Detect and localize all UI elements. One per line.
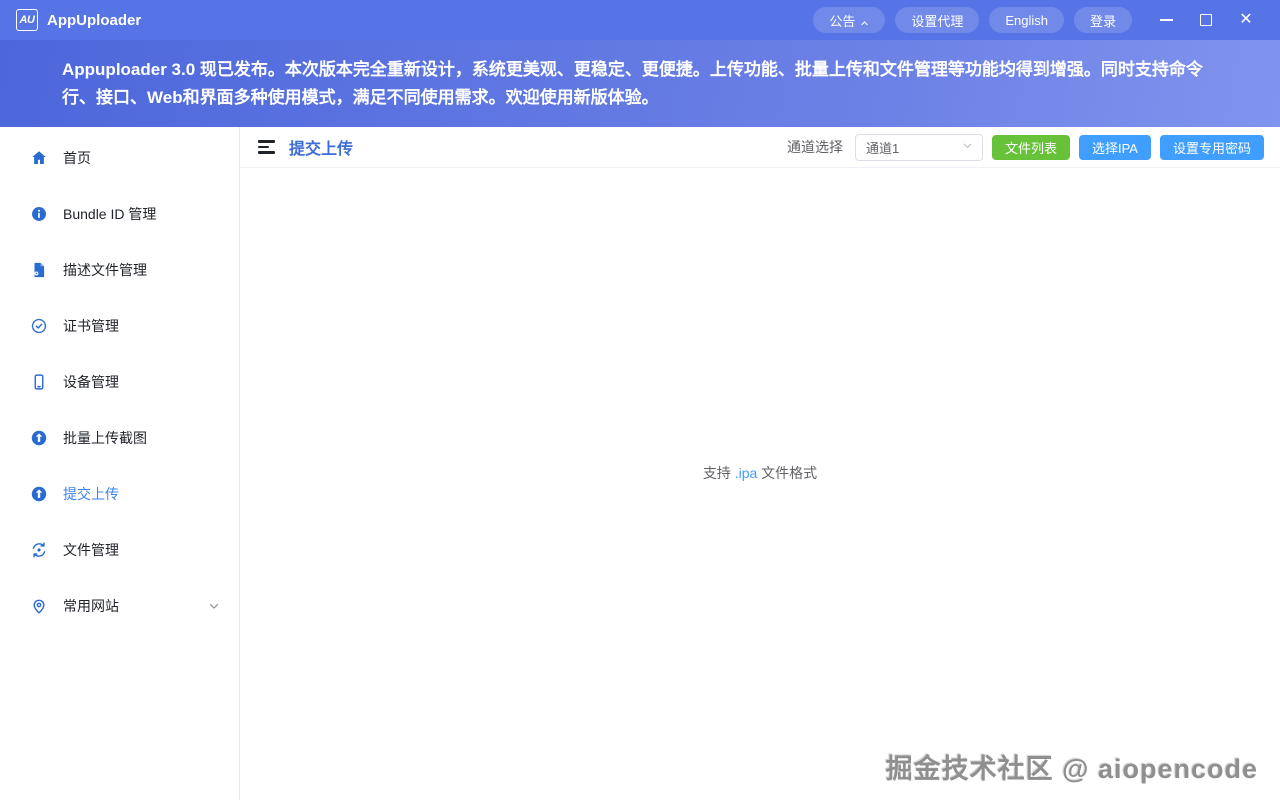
app-title: AppUploader: [47, 12, 141, 29]
channel-select-value: 通道1: [866, 138, 961, 157]
announcement-label: 公告: [829, 11, 855, 30]
sidebar-item-label: 常用网站: [63, 596, 119, 616]
profile-file-icon: [30, 261, 48, 279]
login-button[interactable]: 登录: [1074, 7, 1132, 33]
minimize-button[interactable]: [1146, 6, 1186, 34]
set-proxy-button[interactable]: 设置代理: [895, 7, 979, 33]
language-label: English: [1005, 13, 1048, 28]
close-button[interactable]: ✕: [1226, 6, 1266, 34]
home-icon: [30, 149, 48, 167]
main-header: 提交上传 通道选择 通道1 文件列表 选择IPA 设置专用密码: [240, 127, 1280, 168]
channel-select-label: 通道选择: [787, 137, 843, 157]
sidebar-item-certificates[interactable]: 证书管理: [0, 298, 239, 354]
hint-prefix: 支持: [703, 465, 735, 481]
close-icon: ✕: [1239, 12, 1252, 28]
upload-circle-icon: [30, 485, 48, 503]
chevron-up-icon: [860, 16, 869, 25]
chevron-down-icon: [961, 139, 974, 155]
sidebar-item-label: 提交上传: [63, 484, 119, 504]
titlebar: AU AppUploader 公告 设置代理 English 登录 ✕: [0, 0, 1280, 40]
sidebar-item-profiles[interactable]: 描述文件管理: [0, 242, 239, 298]
app-logo: AU: [16, 9, 38, 31]
sidebar-item-file-management[interactable]: 文件管理: [0, 522, 239, 578]
sidebar-item-batch-screenshots[interactable]: 批量上传截图: [0, 410, 239, 466]
language-toggle-button[interactable]: English: [989, 7, 1064, 33]
sidebar-item-common-sites[interactable]: 常用网站: [0, 578, 239, 634]
app-logo-text: AU: [20, 14, 35, 26]
set-password-button[interactable]: 设置专用密码: [1160, 135, 1264, 160]
file-sync-icon: [30, 541, 48, 559]
info-circle-icon: [30, 205, 48, 223]
minimize-icon: [1160, 19, 1173, 21]
sidebar-item-label: 设备管理: [63, 372, 119, 392]
chevron-down-icon: [207, 599, 221, 613]
smartphone-icon: [30, 373, 48, 391]
watermark-text: 掘金技术社区 @ aiopencode: [886, 747, 1258, 786]
sidebar-item-label: 描述文件管理: [63, 260, 147, 280]
upload-drop-area[interactable]: 支持 .ipa 文件格式 掘金技术社区 @ aiopencode: [240, 168, 1280, 800]
maximize-icon: [1200, 14, 1212, 26]
select-ipa-button[interactable]: 选择IPA: [1079, 135, 1151, 160]
set-proxy-label: 设置代理: [911, 11, 963, 30]
location-pin-icon: [30, 597, 48, 615]
sidebar-item-label: Bundle ID 管理: [63, 204, 156, 224]
maximize-button[interactable]: [1186, 6, 1226, 34]
sidebar: 首页 Bundle ID 管理 描述文件管理 证书管理 设备管理: [0, 127, 240, 800]
announcement-text: Appuploader 3.0 现已发布。本次版本完全重新设计，系统更美观、更稳…: [62, 56, 1218, 112]
channel-select[interactable]: 通道1: [855, 134, 983, 161]
hint-suffix: 文件格式: [757, 465, 817, 481]
supported-format-hint: 支持 .ipa 文件格式: [703, 463, 817, 483]
sidebar-item-label: 文件管理: [63, 540, 119, 560]
certificate-icon: [30, 317, 48, 335]
sidebar-item-bundle-id[interactable]: Bundle ID 管理: [0, 186, 239, 242]
file-list-button[interactable]: 文件列表: [992, 135, 1070, 160]
page-title: 提交上传: [289, 135, 353, 159]
sidebar-item-submit-upload[interactable]: 提交上传: [0, 466, 239, 522]
upload-circle-icon: [30, 429, 48, 447]
announcement-button[interactable]: 公告: [813, 7, 885, 33]
sidebar-item-label: 首页: [63, 148, 91, 168]
sidebar-item-label: 证书管理: [63, 316, 119, 336]
sidebar-collapse-icon[interactable]: [258, 140, 275, 153]
sidebar-item-home[interactable]: 首页: [0, 130, 239, 186]
sidebar-item-label: 批量上传截图: [63, 428, 147, 448]
window-controls: ✕: [1146, 6, 1266, 34]
main-panel: 提交上传 通道选择 通道1 文件列表 选择IPA 设置专用密码 支持 .ipa …: [240, 127, 1280, 800]
sidebar-item-devices[interactable]: 设备管理: [0, 354, 239, 410]
login-label: 登录: [1090, 11, 1116, 30]
announcement-banner: Appuploader 3.0 现已发布。本次版本完全重新设计，系统更美观、更稳…: [0, 40, 1280, 127]
hint-extension: .ipa: [735, 465, 758, 481]
